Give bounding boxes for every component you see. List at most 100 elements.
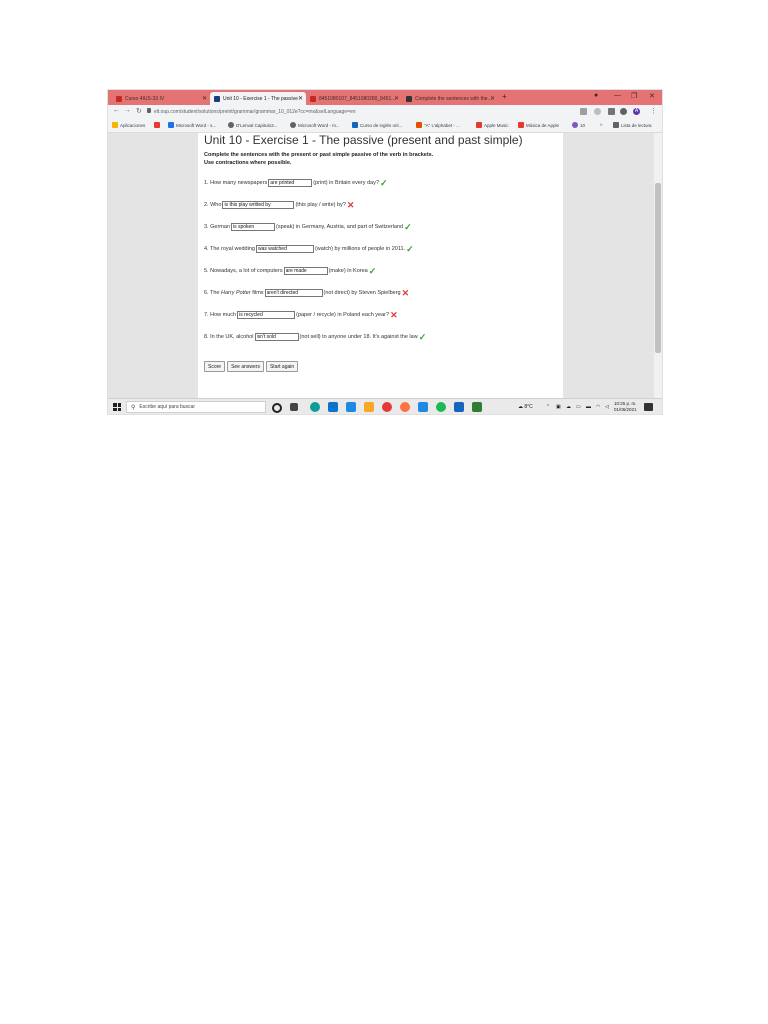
bookmark-word-2[interactable]: Microsoft Word - m... <box>290 122 340 128</box>
bookmark-apple-music[interactable]: Apple Music <box>476 122 509 128</box>
question-3: 3. German (speak) in Germany, Austria, a… <box>204 222 412 232</box>
bookmark-capitulo[interactable]: D'Lenval Capitulo3... <box>228 122 277 128</box>
display-icon[interactable]: ▭ <box>576 404 581 410</box>
tab-label: Complete the sentences with the... <box>415 95 492 102</box>
answer-input-8[interactable] <box>254 333 299 341</box>
mail-icon[interactable] <box>328 402 338 412</box>
menu-icon[interactable]: ⋮ <box>650 107 657 115</box>
correct-icon: ✓ <box>406 244 414 254</box>
firefox-icon[interactable] <box>400 402 410 412</box>
tab-4[interactable]: Complete the sentences with the... ✕ <box>402 92 498 105</box>
favicon-icon <box>214 95 220 102</box>
page-title: Unit 10 - Exercise 1 - The passive (pres… <box>204 133 523 147</box>
record-icon[interactable]: ● <box>594 92 598 99</box>
bookmark-apps[interactable]: Aplicaciones <box>112 122 145 128</box>
question-7: 7. How much (paper / recycle) in Poland … <box>204 310 398 320</box>
minimize-icon[interactable]: — <box>614 92 621 99</box>
browser-toolbar: ← → ↻ elt.oup.com/student/solutions/prei… <box>108 105 662 119</box>
wrong-icon: ✕ <box>346 200 355 210</box>
more-bookmarks-icon[interactable]: » <box>600 122 603 127</box>
wrong-icon: ✕ <box>390 310 398 320</box>
forward-icon[interactable]: → <box>124 107 131 114</box>
see-answers-button[interactable]: See answers <box>227 361 264 372</box>
question-4: 4. The royal wedding (watch) by millions… <box>204 244 414 254</box>
close-tab-icon[interactable]: ✕ <box>394 95 399 102</box>
windows-taskbar: ⚲ Escribe aquí para buscar ☁ 8°C ⌃ ▣ ☁ ▭… <box>108 398 662 414</box>
page-viewport: Unit 10 - Exercise 1 - The passive (pres… <box>108 133 662 398</box>
word-app-icon[interactable] <box>454 402 464 412</box>
bookmark-word-1[interactable]: Microsoft Word - s... <box>168 122 216 128</box>
tray-chevron-icon[interactable]: ⌃ <box>546 404 550 410</box>
translate-icon[interactable] <box>580 108 587 115</box>
answer-input-7[interactable] <box>237 311 296 319</box>
taskbar-search[interactable]: ⚲ Escribe aquí para buscar <box>126 401 266 413</box>
score-button[interactable]: Score <box>204 361 226 372</box>
windows-start-icon[interactable] <box>113 403 121 411</box>
bookmark-youtube[interactable] <box>154 122 162 128</box>
address-bar[interactable]: elt.oup.com/student/solutions/preint/gra… <box>154 109 356 115</box>
close-tab-icon[interactable]: ✕ <box>490 95 495 102</box>
music-icon <box>518 122 524 128</box>
tab-3[interactable]: 8451080107_8451080280_8451... ✕ <box>306 92 402 105</box>
tab-2[interactable]: Unit 10 - Exercise 1 - The passive ✕ <box>210 92 306 105</box>
battery-icon[interactable]: ▬ <box>586 404 591 410</box>
bookmarks-bar: Aplicaciones Microsoft Word - s... D'Len… <box>108 119 662 133</box>
reload-icon[interactable]: ↻ <box>136 107 142 115</box>
photos-icon[interactable] <box>418 402 428 412</box>
reading-list-icon <box>613 122 619 128</box>
favicon-icon <box>310 95 316 102</box>
folder-icon[interactable] <box>364 402 374 412</box>
notification-icon[interactable] <box>644 403 653 411</box>
bookmark-10[interactable]: 10 <box>572 122 585 128</box>
answer-input-4[interactable] <box>255 245 314 253</box>
spotify-icon[interactable] <box>436 402 446 412</box>
answer-input-5[interactable] <box>283 267 328 275</box>
close-tab-icon[interactable]: ✕ <box>202 95 207 102</box>
chrome-icon[interactable] <box>382 402 392 412</box>
question-6: 6. The Harry Potter films (not direct) b… <box>204 288 410 298</box>
new-tab-button[interactable]: + <box>502 92 507 101</box>
scrollbar-thumb[interactable] <box>655 183 661 353</box>
wrong-icon: ✕ <box>401 288 410 298</box>
extension-icon[interactable] <box>608 108 615 115</box>
answer-input-1[interactable] <box>268 179 313 187</box>
excel-icon[interactable] <box>472 402 482 412</box>
close-window-icon[interactable]: ✕ <box>649 92 655 100</box>
question-5: 5. Nowadays, a lot of computers (make) i… <box>204 267 376 276</box>
apps-icon <box>112 122 118 128</box>
correct-icon: ✓ <box>404 222 412 232</box>
scrollbar[interactable] <box>654 133 662 398</box>
volume-icon[interactable]: ◁ <box>605 404 609 410</box>
task-view-icon[interactable] <box>290 403 298 411</box>
star-icon[interactable] <box>594 108 601 115</box>
search-icon: ⚲ <box>131 404 136 411</box>
bookmark-curso[interactable]: Curso de inglés onl... <box>352 122 402 128</box>
weather-temperature[interactable]: ☁ 8°C <box>518 404 533 410</box>
start-again-button[interactable]: Start again <box>265 361 299 372</box>
network-icon[interactable]: ▣ <box>556 404 561 410</box>
close-tab-icon[interactable]: ✕ <box>298 95 303 102</box>
answer-input-3[interactable] <box>230 223 275 231</box>
answer-input-6[interactable] <box>264 289 323 297</box>
globe-icon <box>290 122 296 128</box>
bookmark-alphabet[interactable]: "A" L'alphabet - ... <box>416 122 460 128</box>
wifi-icon[interactable]: ◠ <box>596 404 600 410</box>
bookmark-reading-list[interactable]: Lista de lectura <box>613 122 652 128</box>
site-icon <box>416 122 422 128</box>
answer-input-2[interactable] <box>222 201 295 209</box>
cloud-icon[interactable]: ☁ <box>566 404 571 410</box>
edge-icon[interactable] <box>310 402 320 412</box>
favicon-icon <box>116 95 122 102</box>
store-icon[interactable] <box>346 402 356 412</box>
back-icon[interactable]: ← <box>113 107 120 114</box>
tab-1[interactable]: Curso 4IUS-33 IV ✕ <box>112 92 210 105</box>
puzzle-icon[interactable] <box>620 108 627 115</box>
maximize-icon[interactable]: ❐ <box>631 92 637 100</box>
avatar[interactable]: A <box>633 108 640 115</box>
bookmark-musica[interactable]: Música de Apple <box>518 122 559 128</box>
cortana-icon[interactable] <box>272 403 282 413</box>
tab-label: Unit 10 - Exercise 1 - The passive <box>223 95 298 102</box>
action-buttons: Score See answers Start again <box>204 361 299 372</box>
music-icon <box>476 122 482 128</box>
taskbar-clock[interactable]: 10:25 p. m. 01/06/2021 <box>614 401 637 413</box>
